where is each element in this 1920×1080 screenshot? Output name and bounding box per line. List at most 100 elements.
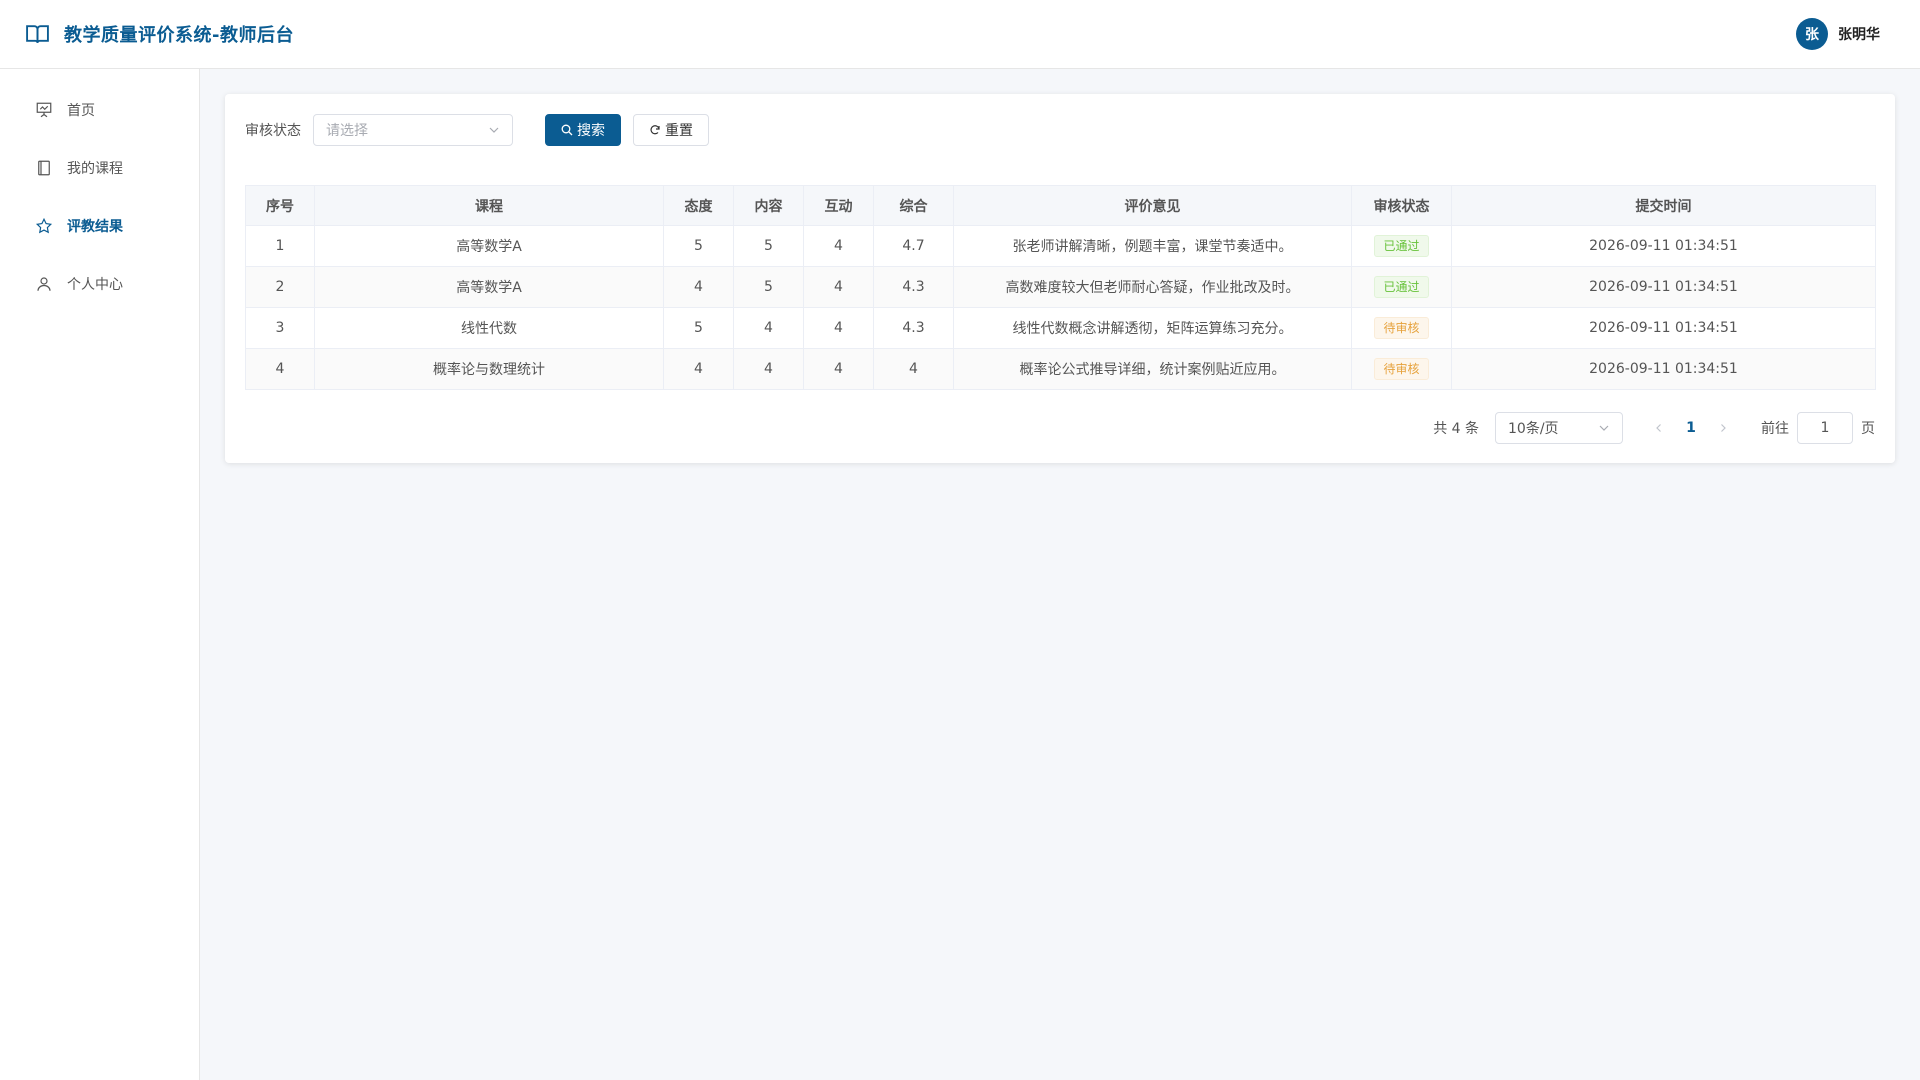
column-header-attitude: 态度 — [663, 185, 734, 226]
column-header-index: 序号 — [245, 185, 315, 226]
cell-attitude: 4 — [663, 266, 734, 308]
cell-interaction: 4 — [803, 225, 874, 267]
page-size-select[interactable]: 10条/页 — [1495, 412, 1623, 444]
column-header-interaction: 互动 — [803, 185, 874, 226]
cell-attitude: 5 — [663, 307, 734, 349]
refresh-icon — [650, 125, 660, 135]
table-row: 4 概率论与数理统计 4 4 4 4 概率论公式推导详细，统计案例贴近应用。 待… — [245, 348, 1876, 390]
pagination: 共 4 条 10条/页 1 前往 页 — [245, 412, 1875, 444]
column-header-course: 课程 — [314, 185, 664, 226]
sidebar-item-label: 评教结果 — [67, 219, 123, 235]
cell-time: 2026-09-11 01:34:51 — [1451, 307, 1876, 349]
results-table: 序号 课程 态度 内容 互动 综合 评价意见 审核状态 提交时间 1 高等数学A… — [245, 185, 1876, 390]
table-header-row: 序号 课程 态度 内容 互动 综合 评价意见 审核状态 提交时间 — [245, 185, 1876, 226]
avatar[interactable]: 张 — [1796, 18, 1828, 50]
sidebar: 首页 我的课程 评教结果 个人中心 — [0, 69, 200, 1080]
cell-overall: 4 — [873, 348, 954, 390]
cell-interaction: 4 — [803, 307, 874, 349]
user-menu[interactable]: 张 张明华 — [1796, 18, 1880, 50]
search-button[interactable]: 搜索 — [545, 114, 621, 146]
cell-attitude: 5 — [663, 225, 734, 267]
column-header-status: 审核状态 — [1351, 185, 1452, 226]
cell-interaction: 4 — [803, 348, 874, 390]
cell-content: 4 — [733, 307, 804, 349]
sidebar-item-home[interactable]: 首页 — [0, 81, 199, 139]
filter-bar: 审核状态 请选择 搜索 重置 — [245, 114, 1875, 146]
cell-course: 高等数学A — [314, 266, 664, 308]
table-row: 3 线性代数 5 4 4 4.3 线性代数概念讲解透彻，矩阵运算练习充分。 待审… — [245, 307, 1876, 349]
goto-label: 前往 — [1761, 421, 1789, 437]
cell-course: 线性代数 — [314, 307, 664, 349]
column-header-comment: 评价意见 — [953, 185, 1352, 226]
cell-content: 5 — [733, 225, 804, 267]
cell-time: 2026-09-11 01:34:51 — [1451, 266, 1876, 308]
app-title: 教学质量评价系统-教师后台 — [64, 25, 294, 46]
cell-comment: 张老师讲解清晰，例题丰富，课堂节奏适中。 — [953, 225, 1352, 267]
cell-attitude: 4 — [663, 348, 734, 390]
prev-page-button[interactable] — [1643, 412, 1675, 444]
cell-status: 待审核 — [1351, 348, 1452, 390]
column-header-content: 内容 — [733, 185, 804, 226]
page-number-1[interactable]: 1 — [1675, 412, 1707, 444]
user-name[interactable]: 张明华 — [1838, 24, 1880, 44]
goto-page: 前往 页 — [1761, 412, 1875, 444]
column-header-overall: 综合 — [873, 185, 954, 226]
search-icon — [561, 124, 573, 136]
brand: 教学质量评价系统-教师后台 — [25, 21, 294, 47]
sidebar-item-evaluation-results[interactable]: 评教结果 — [0, 197, 199, 255]
goto-page-input[interactable] — [1797, 412, 1853, 444]
cell-status: 已通过 — [1351, 266, 1452, 308]
table-row: 2 高等数学A 4 5 4 4.3 高数难度较大但老师耐心答疑，作业批改及时。 … — [245, 266, 1876, 308]
cell-index: 1 — [245, 225, 315, 267]
cell-status: 待审核 — [1351, 307, 1452, 349]
app-header: 教学质量评价系统-教师后台 张 张明华 — [0, 0, 1920, 69]
cell-interaction: 4 — [803, 266, 874, 308]
chevron-down-icon — [489, 127, 499, 133]
user-icon — [37, 277, 51, 291]
column-header-time: 提交时间 — [1451, 185, 1876, 226]
reset-button[interactable]: 重置 — [633, 114, 709, 146]
presentation-icon — [36, 102, 52, 118]
chevron-right-icon — [1721, 424, 1726, 432]
next-page-button[interactable] — [1707, 412, 1739, 444]
search-button-label: 搜索 — [577, 123, 605, 139]
status-select[interactable]: 请选择 — [313, 114, 513, 146]
goto-unit-label: 页 — [1861, 421, 1875, 437]
cell-index: 4 — [245, 348, 315, 390]
table-row: 1 高等数学A 5 5 4 4.7 张老师讲解清晰，例题丰富，课堂节奏适中。 已… — [245, 225, 1876, 267]
open-book-icon — [26, 24, 49, 43]
results-card: 审核状态 请选择 搜索 重置 序号 课程 态度 内容 互动 综合 评价意见 审核… — [225, 94, 1895, 463]
cell-time: 2026-09-11 01:34:51 — [1451, 348, 1876, 390]
status-select-placeholder: 请选择 — [326, 123, 368, 139]
cell-comment: 概率论公式推导详细，统计案例贴近应用。 — [953, 348, 1352, 390]
cell-overall: 4.7 — [873, 225, 954, 267]
cell-time: 2026-09-11 01:34:51 — [1451, 225, 1876, 267]
cell-comment: 线性代数概念讲解透彻，矩阵运算练习充分。 — [953, 307, 1352, 349]
cell-course: 高等数学A — [314, 225, 664, 267]
cell-index: 2 — [245, 266, 315, 308]
chevron-left-icon — [1656, 424, 1661, 432]
status-badge: 已通过 — [1374, 235, 1429, 257]
cell-overall: 4.3 — [873, 266, 954, 308]
sidebar-item-label: 我的课程 — [67, 161, 123, 177]
reset-button-label: 重置 — [665, 123, 693, 139]
cell-index: 3 — [245, 307, 315, 349]
pagination-total: 共 4 条 — [1433, 421, 1479, 437]
notebook-icon — [38, 160, 50, 176]
chevron-down-icon — [1599, 425, 1609, 431]
cell-comment: 高数难度较大但老师耐心答疑，作业批改及时。 — [953, 266, 1352, 308]
status-badge: 待审核 — [1374, 358, 1429, 380]
cell-content: 5 — [733, 266, 804, 308]
sidebar-item-label: 个人中心 — [67, 277, 123, 293]
page-size-value: 10条/页 — [1508, 421, 1559, 437]
cell-content: 4 — [733, 348, 804, 390]
sidebar-item-profile[interactable]: 个人中心 — [0, 255, 199, 313]
sidebar-item-label: 首页 — [67, 103, 95, 119]
sidebar-item-my-courses[interactable]: 我的课程 — [0, 139, 199, 197]
star-icon — [35, 217, 53, 234]
cell-course: 概率论与数理统计 — [314, 348, 664, 390]
status-filter-label: 审核状态 — [245, 123, 301, 139]
cell-overall: 4.3 — [873, 307, 954, 349]
status-badge: 待审核 — [1374, 317, 1429, 339]
cell-status: 已通过 — [1351, 225, 1452, 267]
